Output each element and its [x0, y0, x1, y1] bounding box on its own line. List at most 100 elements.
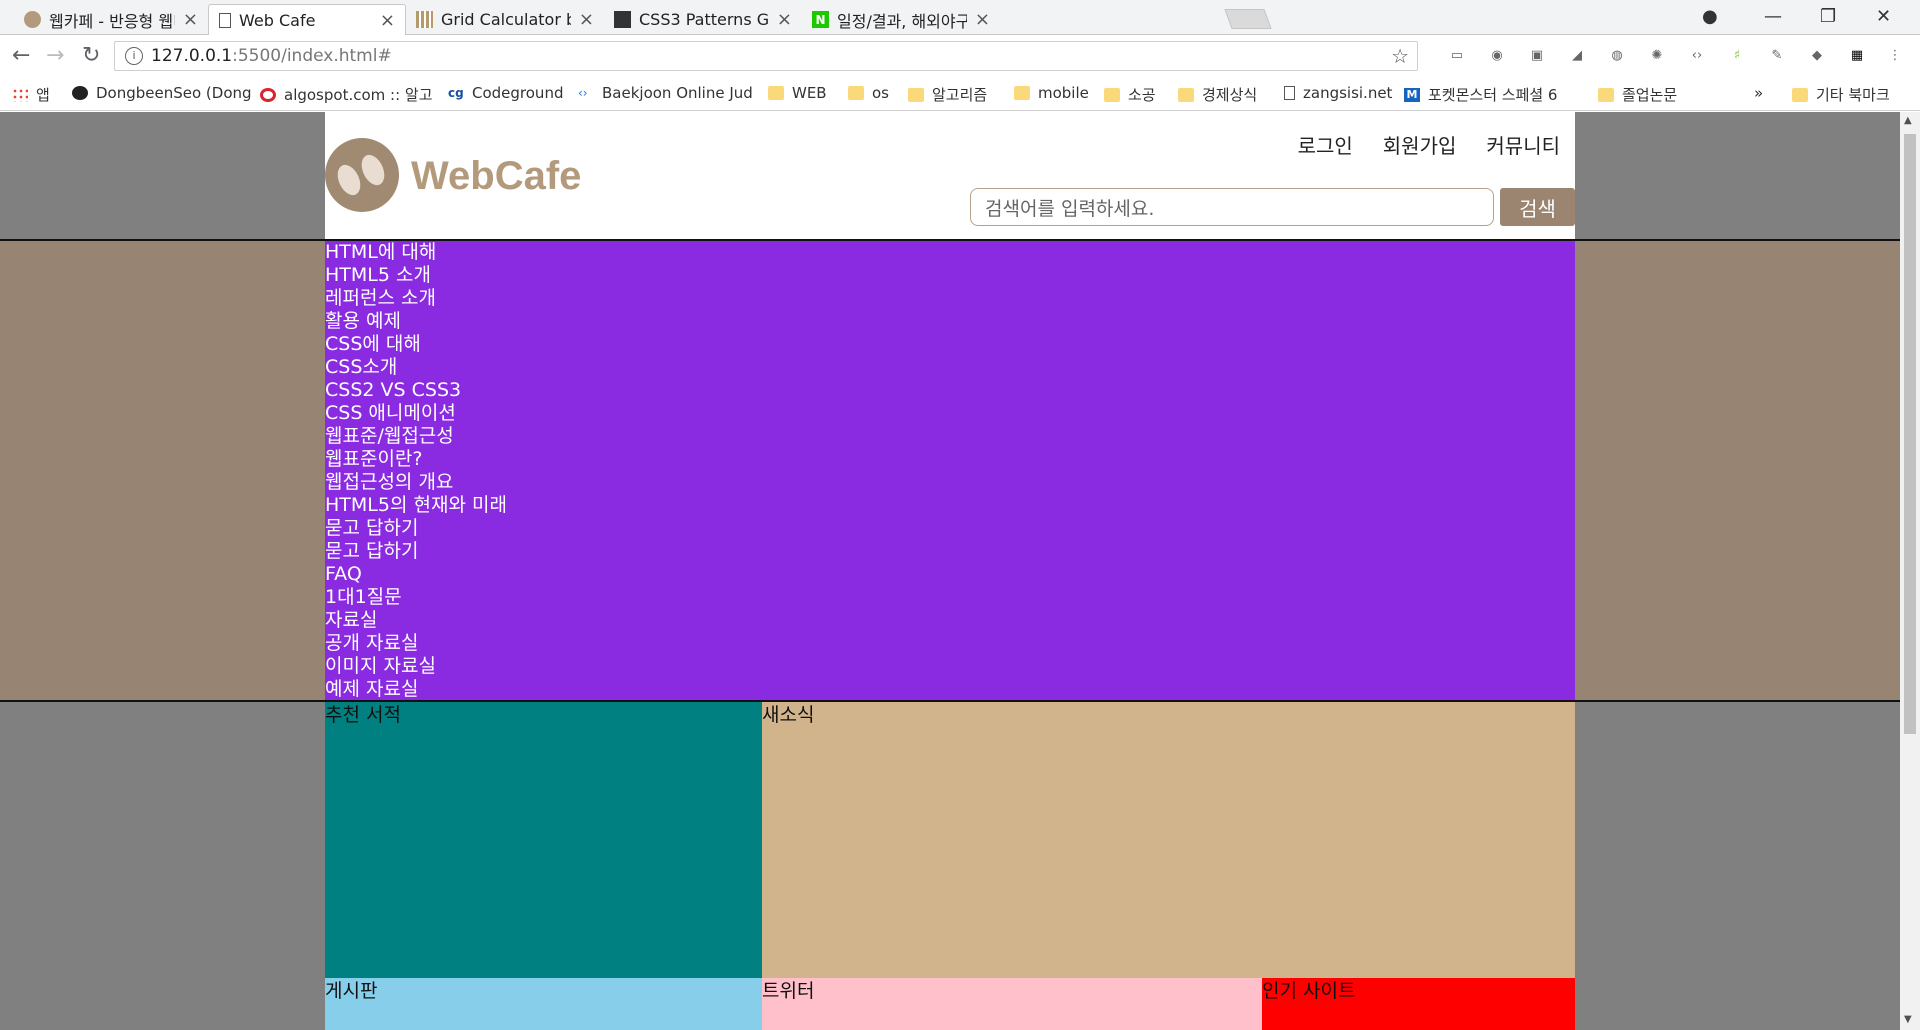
- extension-icon[interactable]: ♯: [1728, 47, 1746, 65]
- close-icon[interactable]: ×: [579, 9, 594, 30]
- nav-item[interactable]: CSS2 VS CSS3: [325, 379, 1575, 402]
- folder-icon: [768, 86, 784, 100]
- bookmark-label: os: [872, 84, 889, 102]
- extension-icon[interactable]: ◉: [1488, 47, 1506, 65]
- utility-nav: 로그인 회원가입 커뮤니티: [1298, 130, 1560, 159]
- page-scrollbar[interactable]: ▲ ▼: [1900, 112, 1920, 1030]
- extension-icon[interactable]: ◍: [1608, 47, 1626, 65]
- tab-title: 웹카페 - 반응형 웹디자인: [49, 11, 175, 31]
- browser-tab[interactable]: 웹카페 - 반응형 웹디자인 ×: [14, 4, 208, 35]
- extension-icon[interactable]: ▦: [1848, 47, 1866, 65]
- close-icon[interactable]: ×: [777, 9, 792, 30]
- info-icon[interactable]: i: [125, 47, 143, 65]
- bookmark-item[interactable]: M 포켓몬스터 스페셜 6: [1404, 84, 1557, 105]
- bookmark-folder[interactable]: 소공: [1104, 84, 1156, 105]
- bookmark-item[interactable]: algospot.com :: 알고: [260, 84, 433, 105]
- site-logo[interactable]: WebCafe: [411, 154, 581, 199]
- nav-item[interactable]: CSS에 대해: [325, 333, 1575, 356]
- back-icon[interactable]: ←: [12, 43, 30, 68]
- coffee-bean-logo-icon[interactable]: [325, 138, 399, 212]
- extension-icon[interactable]: ✺: [1648, 47, 1666, 65]
- nav-item[interactable]: HTML에 대해: [325, 241, 1575, 264]
- browser-tab[interactable]: N 일정/결과, 해외야구 : 네 ×: [802, 4, 1000, 35]
- extension-icon[interactable]: ▭: [1448, 47, 1466, 65]
- scroll-up-icon[interactable]: ▲: [1904, 115, 1912, 126]
- bookmark-folder[interactable]: 알고리즘: [908, 84, 987, 105]
- bookmark-item[interactable]: cg Codeground: [448, 84, 563, 102]
- other-bookmarks[interactable]: 기타 북마크: [1792, 84, 1890, 105]
- close-icon[interactable]: ×: [975, 9, 990, 30]
- community-link[interactable]: 커뮤니티: [1486, 130, 1560, 159]
- bookmark-folder[interactable]: 졸업논문: [1598, 84, 1677, 105]
- close-window-icon[interactable]: ✕: [1876, 6, 1891, 27]
- nav-item[interactable]: 공개 자료실: [325, 632, 1575, 655]
- browser-tab[interactable]: CSS3 Patterns Gallery ×: [604, 4, 802, 35]
- page-icon: [1284, 86, 1295, 100]
- close-icon[interactable]: ×: [380, 10, 395, 31]
- close-icon[interactable]: ×: [183, 9, 198, 30]
- profile-icon[interactable]: ●: [1702, 6, 1718, 27]
- apps-shortcut[interactable]: 앱: [12, 84, 50, 105]
- bookmark-folder[interactable]: WEB: [768, 84, 827, 102]
- reload-icon[interactable]: ↻: [82, 43, 100, 68]
- section-title: 인기 사이트: [1262, 980, 1356, 1002]
- nav-item[interactable]: 이미지 자료실: [325, 655, 1575, 678]
- bookmark-label: Baekjoon Online Jud: [602, 84, 753, 102]
- popular-sites-section: 인기 사이트: [1262, 978, 1575, 1030]
- nav-item[interactable]: 레퍼런스 소개: [325, 287, 1575, 310]
- bookmark-item[interactable]: DongbeenSeo (Dong: [72, 84, 252, 102]
- bookmark-star-icon[interactable]: ☆: [1391, 44, 1409, 68]
- nav-item[interactable]: 예제 자료실: [325, 678, 1575, 701]
- extension-icon[interactable]: ✎: [1768, 47, 1786, 65]
- nav-item[interactable]: HTML5 소개: [325, 264, 1575, 287]
- tab-title: Grid Calculator by Nicol: [441, 10, 571, 29]
- bookmarks-overflow[interactable]: »: [1754, 84, 1763, 102]
- search-input[interactable]: 검색어를 입력하세요.: [970, 188, 1494, 226]
- extension-icon[interactable]: ◆: [1808, 47, 1826, 65]
- nav-item[interactable]: 활용 예제: [325, 310, 1575, 333]
- extension-icon[interactable]: ‹›: [1688, 47, 1706, 65]
- nav-item[interactable]: 웹표준/웹접근성: [325, 425, 1575, 448]
- bookmark-label: 기타 북마크: [1816, 86, 1890, 104]
- new-tab-button[interactable]: [1224, 9, 1272, 29]
- m-icon: M: [1404, 87, 1420, 102]
- nav-item[interactable]: 묻고 답하기: [325, 540, 1575, 563]
- nav-item[interactable]: FAQ: [325, 563, 1575, 586]
- extension-icon[interactable]: ◢: [1568, 47, 1586, 65]
- browser-tab-active[interactable]: Web Cafe ×: [208, 4, 406, 35]
- scroll-down-icon[interactable]: ▼: [1904, 1014, 1912, 1025]
- menu-icon[interactable]: ⋮: [1886, 47, 1904, 65]
- nav-item[interactable]: HTML5의 현재와 미래: [325, 494, 1575, 517]
- bookmark-folder[interactable]: mobile: [1014, 84, 1089, 102]
- login-link[interactable]: 로그인: [1298, 130, 1353, 159]
- nav-item[interactable]: 웹표준이란?: [325, 448, 1575, 471]
- bookmark-folder[interactable]: 경제상식: [1178, 84, 1257, 105]
- signup-link[interactable]: 회원가입: [1383, 130, 1457, 159]
- forward-icon[interactable]: →: [46, 43, 64, 68]
- section-title: 게시판: [325, 980, 378, 1002]
- bookmark-item[interactable]: ‹› Baekjoon Online Jud: [578, 84, 753, 102]
- extension-icon[interactable]: ▣: [1528, 47, 1546, 65]
- codeground-icon: cg: [448, 86, 464, 100]
- apps-grid-icon: [12, 87, 28, 102]
- folder-icon: [908, 87, 924, 102]
- folder-icon: [1104, 87, 1120, 102]
- search-button[interactable]: 검색: [1500, 188, 1575, 226]
- bookmark-folder[interactable]: os: [848, 84, 889, 102]
- restore-icon[interactable]: ❐: [1820, 6, 1836, 27]
- bean-shape: [357, 151, 389, 189]
- board-section: 게시판: [325, 978, 762, 1030]
- bookmark-item[interactable]: zangsisi.net: [1284, 84, 1392, 102]
- scrollbar-thumb[interactable]: [1904, 134, 1916, 734]
- address-bar[interactable]: i 127.0.0.1:5500/index.html# ☆: [114, 41, 1418, 71]
- browser-tab[interactable]: Grid Calculator by Nicol ×: [406, 4, 604, 35]
- url-host: 127.0.0.1: [151, 46, 233, 66]
- nav-item[interactable]: 묻고 답하기: [325, 517, 1575, 540]
- minimize-icon[interactable]: —: [1764, 6, 1782, 27]
- nav-item[interactable]: CSS소개: [325, 356, 1575, 379]
- folder-icon: [1598, 87, 1614, 102]
- nav-item[interactable]: 자료실: [325, 609, 1575, 632]
- nav-item[interactable]: 웹접근성의 개요: [325, 471, 1575, 494]
- nav-item[interactable]: CSS 애니메이션: [325, 402, 1575, 425]
- nav-item[interactable]: 1대1질문: [325, 586, 1575, 609]
